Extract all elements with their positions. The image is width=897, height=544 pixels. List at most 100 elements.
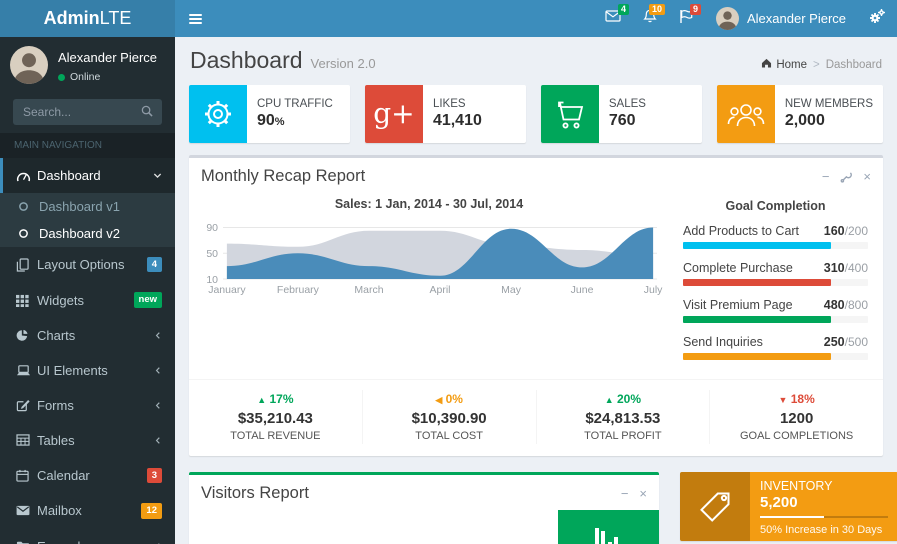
sidebar-item-layout-options[interactable]: Layout Options 4: [0, 247, 175, 282]
progress-group: Send Inquiries 250/500: [683, 335, 868, 360]
box-title: Monthly Recap Report: [201, 167, 365, 186]
control-sidebar-toggle[interactable]: [858, 0, 897, 37]
gear-icon: [189, 85, 247, 143]
google-plus-icon: g+: [365, 85, 423, 143]
x-tick-label: February: [277, 284, 319, 296]
pie-chart-icon: [16, 329, 37, 342]
messages-menu[interactable]: 4: [594, 0, 632, 37]
goal-label: Add Products to Cart: [683, 224, 799, 238]
stat-percentage: ▲ 20%: [541, 392, 706, 406]
close-button[interactable]: ×: [639, 487, 647, 500]
sidebar-item-examples[interactable]: Examples: [0, 529, 175, 544]
inventory-description: 50% Increase in 30 Days: [760, 524, 888, 536]
visitors-report-box: Visitors Report − ×: [189, 472, 659, 544]
info-box-number: 760: [609, 112, 646, 130]
people-icon: [717, 85, 775, 143]
wrench-icon[interactable]: [840, 171, 852, 183]
sidebar-user-name: Alexander Pierce: [58, 50, 157, 65]
progress-group: Complete Purchase 310/400: [683, 261, 868, 286]
sidebar-item-charts[interactable]: Charts: [0, 318, 175, 353]
sidebar-item-tables[interactable]: Tables: [0, 423, 175, 458]
user-menu[interactable]: Alexander Pierce: [704, 0, 858, 37]
goal-number: 250/500: [824, 335, 868, 349]
user-name: Alexander Pierce: [747, 11, 846, 26]
sidebar-item-forms[interactable]: Forms: [0, 388, 175, 423]
goal-completion-title: Goal Completion: [683, 199, 868, 213]
messages-badge: 4: [618, 4, 629, 15]
content-wrapper: Dashboard Version 2.0 Home > Dashboard: [175, 37, 897, 544]
stat-total-revenue: ▲ 17% $35,210.43 TOTAL REVENUE: [189, 390, 363, 444]
sidebar-item-dashboard-v1[interactable]: Dashboard v1: [0, 193, 175, 220]
stat-value: $35,210.43: [193, 410, 358, 427]
sidebar-item-widgets[interactable]: Widgets new: [0, 282, 175, 317]
box-tools: − ×: [621, 487, 647, 500]
close-button[interactable]: ×: [863, 170, 871, 183]
info-box-cpu-traffic: CPU TRAFFIC 90%: [189, 85, 350, 143]
sidebar-user-panel: Alexander Pierce Online: [0, 37, 175, 93]
box-title: Visitors Report: [201, 484, 309, 503]
inventory-progress-track: [760, 516, 888, 518]
sidebar-item-mailbox[interactable]: Mailbox 12: [0, 493, 175, 528]
info-box-label: SALES: [609, 98, 646, 110]
box-tools: − ×: [822, 170, 871, 183]
chevron-left-icon: [154, 401, 162, 410]
info-box-row: CPU TRAFFIC 90% g+ LIKES 41,410 SALES 76…: [189, 85, 883, 143]
th-grid-icon: [16, 294, 37, 307]
mailbox-badge: 12: [141, 503, 162, 518]
gears-icon: [869, 8, 886, 29]
collapse-button[interactable]: −: [822, 170, 830, 183]
page-subtitle: Version 2.0: [311, 56, 376, 71]
notifications-menu[interactable]: 10: [632, 0, 668, 37]
x-tick-label: July: [644, 284, 663, 296]
stat-goal-completions: ▼ 18% 1200 GOAL COMPLETIONS: [710, 390, 883, 444]
stat-label: TOTAL REVENUE: [193, 430, 358, 442]
shopping-cart-icon: [541, 85, 599, 143]
sidebar-item-calendar[interactable]: Calendar 3: [0, 458, 175, 493]
progress-track: [683, 316, 868, 323]
sidebar-item-dashboard-v2[interactable]: Dashboard v2: [0, 220, 175, 247]
breadcrumb: Home > Dashboard: [761, 58, 882, 71]
sales-chart-column: Sales: 1 Jan, 2014 - 30 Jul, 2014 905010…: [201, 195, 663, 379]
goal-number: 310/400: [824, 261, 868, 275]
layout-options-badge: 4: [147, 257, 162, 272]
x-tick-label: March: [354, 284, 383, 296]
chevron-down-icon: [153, 171, 162, 180]
sidebar-search-form: [13, 99, 162, 125]
info-box-sales: SALES 760: [541, 85, 702, 143]
goal-label: Send Inquiries: [683, 335, 763, 349]
search-input[interactable]: [13, 105, 137, 119]
sidebar-nav-header: MAIN NAVIGATION: [0, 133, 175, 158]
sidebar-item-ui-elements[interactable]: UI Elements: [0, 353, 175, 388]
caret-down-icon: ▼: [778, 395, 787, 405]
collapse-button[interactable]: −: [621, 487, 629, 500]
stat-label: TOTAL PROFIT: [541, 430, 706, 442]
flags-menu[interactable]: 9: [668, 0, 704, 37]
tag-icon: [680, 472, 750, 541]
top-navbar: AdminLTE 4 10: [0, 0, 897, 37]
laptop-icon: [16, 364, 37, 377]
calendar-badge: 3: [147, 468, 162, 483]
info-box-number: 90%: [257, 112, 333, 130]
breadcrumb-home-link[interactable]: Home: [761, 58, 807, 71]
progress-group: Visit Premium Page 480/800: [683, 298, 868, 323]
search-button[interactable]: [137, 105, 162, 120]
progress-bar: [683, 353, 831, 360]
x-tick-label: April: [429, 284, 450, 296]
stat-value: $24,813.53: [541, 410, 706, 427]
x-tick-label: June: [571, 284, 594, 296]
inventory-progress-bar: [760, 516, 824, 518]
caret-up-icon: ▲: [257, 395, 266, 405]
x-tick-label: January: [208, 284, 245, 296]
user-status-label: Online: [70, 71, 100, 83]
user-status-link[interactable]: Online: [58, 71, 157, 83]
tachometer-icon: [16, 170, 37, 182]
sidebar-toggle-button[interactable]: [175, 0, 215, 37]
inventory-label: INVENTORY: [760, 479, 888, 493]
brand-logo[interactable]: AdminLTE: [0, 0, 175, 37]
goal-label: Complete Purchase: [683, 261, 793, 275]
breadcrumb-current: Dashboard: [826, 59, 882, 71]
monthly-recap-header: Monthly Recap Report − ×: [189, 158, 883, 193]
stat-label: TOTAL COST: [367, 430, 532, 442]
stat-value: 1200: [714, 410, 879, 427]
sidebar-item-dashboard[interactable]: Dashboard: [0, 158, 175, 193]
